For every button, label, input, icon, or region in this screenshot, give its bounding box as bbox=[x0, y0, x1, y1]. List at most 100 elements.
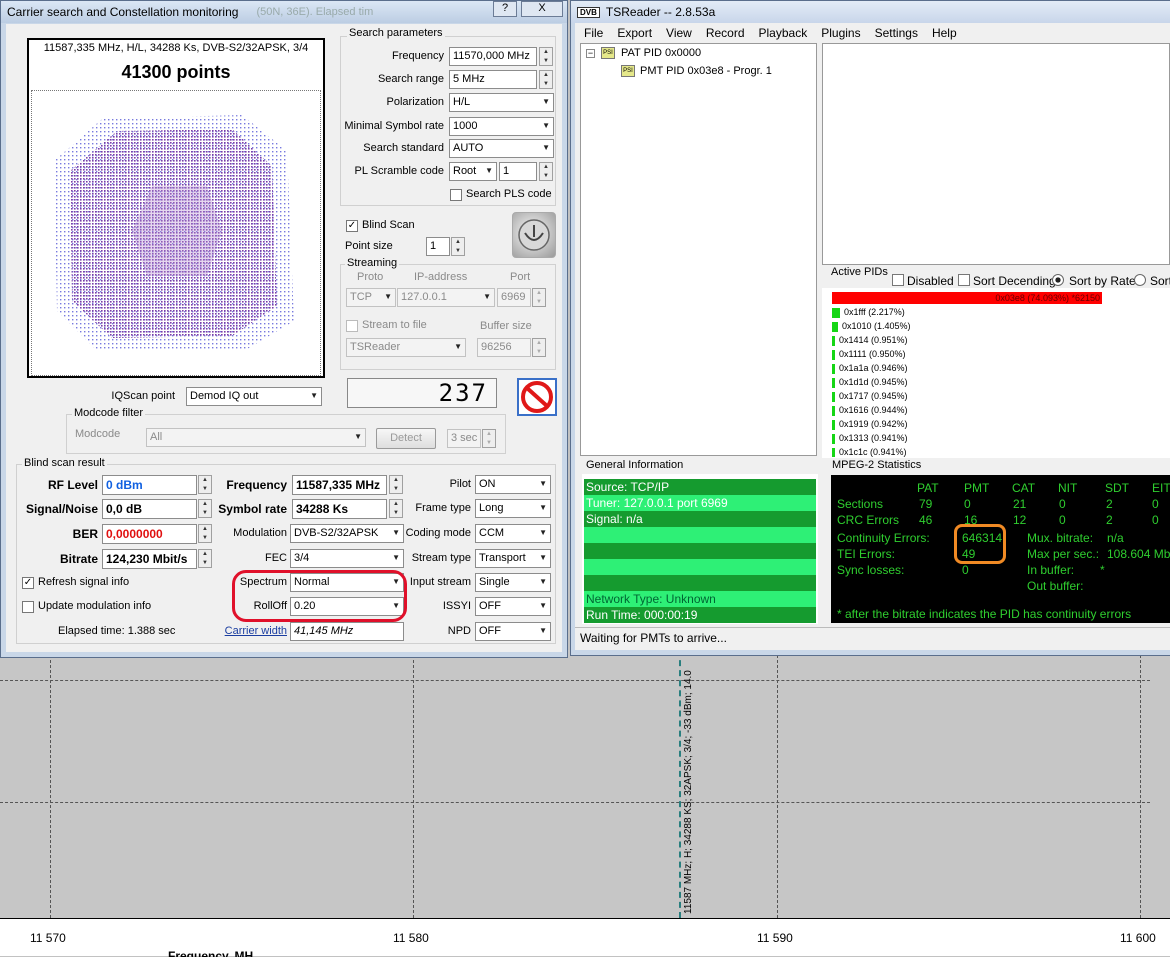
tree-item-pmt[interactable]: PMT PID 0x03e8 - Progr. 1 bbox=[640, 65, 772, 77]
menu-file[interactable]: File bbox=[577, 26, 610, 40]
menu-settings[interactable]: Settings bbox=[868, 26, 925, 40]
pid-row: 0x1c1c (0.941%) bbox=[832, 447, 907, 457]
sort-by-rate-radio[interactable] bbox=[1052, 274, 1064, 286]
spectrum-plot: 11587 MHz; H; 34288 KS; 32APSK; 3/4; -33… bbox=[0, 650, 1170, 957]
points-count: 41300 points bbox=[121, 62, 231, 82]
satellite-dish-button[interactable] bbox=[512, 212, 556, 258]
menu-help[interactable]: Help bbox=[925, 26, 964, 40]
pid-bar bbox=[832, 321, 838, 332]
help-button[interactable]: ? bbox=[493, 1, 517, 17]
pilot-select[interactable]: ON bbox=[475, 475, 551, 494]
carrier-marker-label: 11587 MHz; H; 34288 KS; 32APSK; 3/4; -33… bbox=[683, 670, 694, 914]
fec-select[interactable]: 3/4 bbox=[290, 549, 404, 568]
ber-value: 0,0000000 bbox=[102, 524, 197, 544]
iqscan-select[interactable]: Demod IQ out bbox=[186, 387, 322, 406]
carrier-width-link[interactable]: Carrier width bbox=[210, 625, 287, 637]
stream-type-select[interactable]: Transport bbox=[475, 549, 551, 568]
stream-target-select[interactable]: TSReader bbox=[346, 338, 466, 357]
frequency-input[interactable]: 11570,000 MHz bbox=[449, 47, 537, 66]
close-button[interactable]: X bbox=[521, 1, 563, 17]
tsreader-title: TSReader -- 2.8.53a bbox=[605, 5, 716, 19]
blind-scan-checkbox[interactable]: ✓ bbox=[346, 220, 358, 232]
pid-row: 0x1717 (0.945%) bbox=[832, 391, 908, 402]
result-frequency-label: Frequency bbox=[226, 478, 287, 492]
menu-view[interactable]: View bbox=[659, 26, 699, 40]
pl-scramble-spinner[interactable]: ▲ ▼ bbox=[539, 162, 553, 181]
tree-item-pat[interactable]: PAT PID 0x0000 bbox=[621, 47, 701, 59]
tsreader-titlebar[interactable]: DVB TSReader -- 2.8.53a bbox=[571, 1, 1170, 23]
pid-row: 0x1111 (0.950%) bbox=[832, 349, 906, 360]
refresh-signal-checkbox[interactable]: ✓ bbox=[22, 577, 34, 589]
elapsed-time: Elapsed time: 1.388 sec bbox=[58, 625, 176, 637]
port-spinner[interactable]: ▲ ▼ bbox=[532, 288, 546, 307]
proto-select[interactable]: TCP bbox=[346, 288, 396, 307]
modcode-seconds-spinner[interactable]: ▲ ▼ bbox=[482, 429, 496, 448]
sort-other-radio[interactable] bbox=[1134, 274, 1146, 286]
point-size-label: Point size bbox=[345, 240, 393, 252]
frame-type-label: Frame type bbox=[415, 502, 471, 514]
pid-row: 0x1fff (2.217%) bbox=[832, 307, 905, 318]
update-modulation-checkbox[interactable] bbox=[22, 601, 34, 613]
sync-losses-value: 0 bbox=[962, 563, 969, 577]
search-standard-select[interactable]: AUTO bbox=[449, 139, 554, 158]
ip-address-select[interactable]: 127.0.0.1 bbox=[397, 288, 495, 307]
search-range-spinner[interactable]: ▲ ▼ bbox=[539, 70, 553, 89]
npd-select[interactable]: OFF bbox=[475, 622, 551, 641]
stop-button[interactable] bbox=[517, 378, 557, 416]
min-symbol-rate-select[interactable]: 1000 bbox=[449, 117, 554, 136]
input-stream-select[interactable]: Single bbox=[475, 573, 551, 592]
result-title: Blind scan result bbox=[22, 457, 107, 469]
blind-scan-label: Blind Scan bbox=[362, 219, 415, 231]
stats-cell: 21 bbox=[1013, 497, 1027, 511]
active-pids-title: Active PIDs bbox=[831, 266, 888, 278]
buffer-size-spinner[interactable]: ▲ ▼ bbox=[532, 338, 546, 357]
general-info-row bbox=[584, 527, 816, 543]
issyi-select[interactable]: OFF bbox=[475, 597, 551, 616]
frame-type-select[interactable]: Long bbox=[475, 499, 551, 518]
sort-descending-checkbox[interactable] bbox=[958, 274, 970, 286]
buffer-size-input[interactable]: 96256 bbox=[477, 338, 531, 357]
disabled-label: Disabled bbox=[907, 274, 954, 288]
modcode-seconds-input[interactable]: 3 sec bbox=[447, 429, 481, 448]
search-pls-checkbox[interactable] bbox=[450, 189, 462, 201]
menu-playback[interactable]: Playback bbox=[752, 26, 815, 40]
continuity-errors-label: Continuity Errors: bbox=[837, 531, 930, 545]
menu-export[interactable]: Export bbox=[610, 26, 659, 40]
general-info-row: Tuner: 127.0.0.1 port 6969 bbox=[584, 495, 816, 511]
frequency-spinner[interactable]: ▲ ▼ bbox=[539, 47, 553, 66]
pid-bar bbox=[832, 447, 835, 457]
pid-bar bbox=[832, 349, 835, 360]
snr-value: 0,0 dB bbox=[102, 499, 197, 519]
menu-plugins[interactable]: Plugins bbox=[814, 26, 867, 40]
point-size-spinner[interactable]: ▲ ▼ bbox=[451, 237, 465, 256]
search-range-input[interactable]: 5 MHz bbox=[449, 70, 537, 89]
pl-scramble-input[interactable]: 1 bbox=[499, 162, 537, 181]
satellite-dish-icon bbox=[518, 219, 550, 251]
symbol-rate-spinner[interactable]: ▲ ▼ bbox=[389, 499, 403, 518]
disabled-checkbox[interactable] bbox=[892, 274, 904, 286]
iqscan-label: IQScan point bbox=[111, 390, 175, 402]
proto-header: Proto bbox=[357, 271, 384, 283]
tei-errors-label: TEI Errors: bbox=[837, 547, 896, 561]
point-size-input[interactable]: 1 bbox=[426, 237, 450, 256]
polarization-select[interactable]: H/L bbox=[449, 93, 554, 112]
detect-button[interactable]: Detect bbox=[376, 428, 436, 449]
stats-cell: 0 bbox=[964, 497, 971, 511]
collapse-icon[interactable]: − bbox=[586, 49, 595, 58]
pid-bar bbox=[832, 419, 835, 430]
modcode-select[interactable]: All bbox=[146, 428, 366, 447]
pl-scramble-mode-select[interactable]: Root bbox=[449, 162, 497, 181]
sync-losses-label: Sync losses: bbox=[837, 563, 905, 577]
window-titlebar[interactable]: Carrier search and Constellation monitor… bbox=[1, 1, 567, 23]
result-frequency-spinner[interactable]: ▲ ▼ bbox=[389, 475, 403, 494]
coding-mode-select[interactable]: CCM bbox=[475, 524, 551, 543]
stats-header: PAT bbox=[917, 481, 939, 495]
port-header: Port bbox=[510, 271, 531, 283]
menu-record[interactable]: Record bbox=[699, 26, 752, 40]
x-tick-label: 11 580 bbox=[393, 931, 429, 945]
port-input[interactable]: 6969 bbox=[497, 288, 531, 307]
modulation-select[interactable]: DVB-S2/32APSK bbox=[290, 524, 404, 543]
stats-header: PMT bbox=[964, 481, 990, 495]
pid-row: 0x1414 (0.951%) bbox=[832, 335, 908, 346]
stream-to-file-checkbox[interactable] bbox=[346, 320, 358, 332]
